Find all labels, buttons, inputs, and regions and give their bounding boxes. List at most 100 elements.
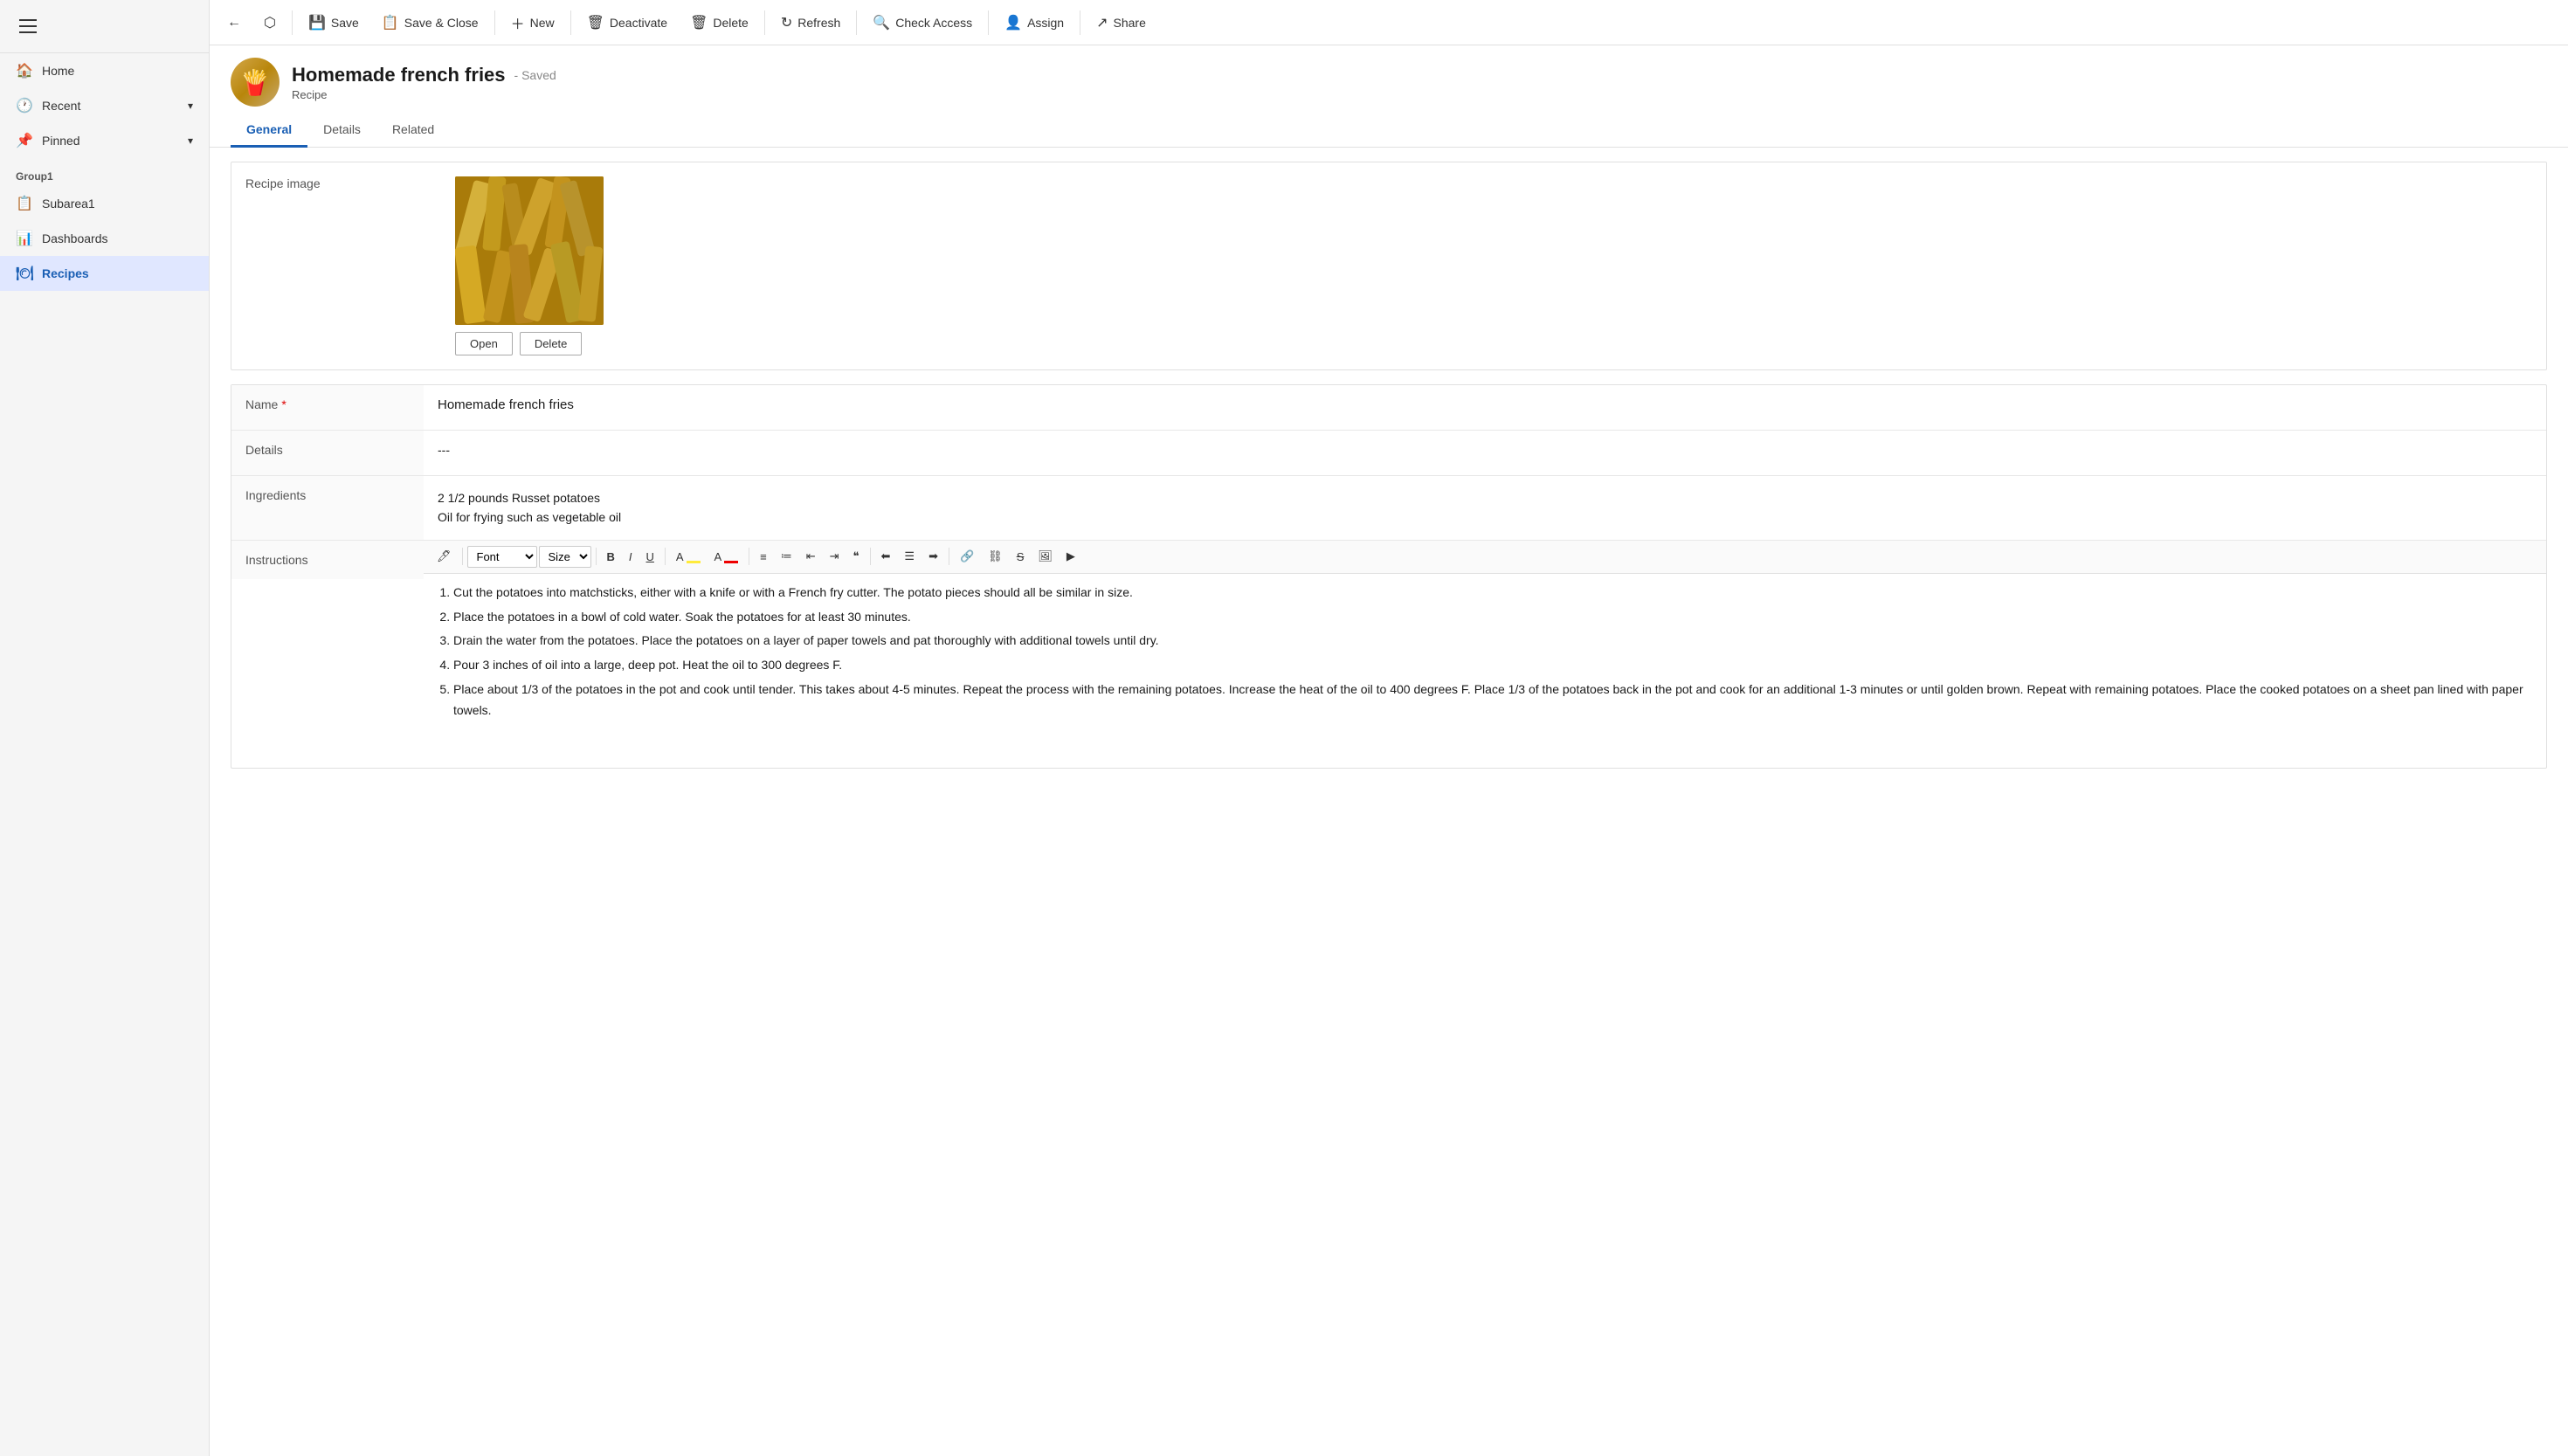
rich-text-toolbar: 🖊 Font Size B I U [424, 541, 2546, 574]
instruction-item-2: Place the potatoes in a bowl of cold wat… [453, 607, 2534, 628]
new-button[interactable]: ＋ New [500, 7, 565, 38]
insert-image-icon: 🖼 [1038, 549, 1053, 562]
open-image-button[interactable]: Open [455, 332, 513, 355]
numbered-list-button[interactable]: ≔ [775, 546, 798, 567]
sidebar-dashboards-label: Dashboards [42, 231, 108, 245]
strikethrough-button[interactable]: S [1011, 547, 1031, 567]
font-color-button[interactable]: A [708, 547, 745, 567]
unlink-icon: ⛓ [988, 549, 1003, 562]
name-value: Homemade french fries [424, 385, 2546, 430]
unlink-button[interactable]: ⛓ [982, 546, 1009, 567]
delete-button[interactable]: 🗑 Delete [680, 9, 759, 37]
check-access-label: Check Access [895, 16, 972, 30]
bullet-list-button[interactable]: ≡ [754, 547, 773, 567]
toolbar-sep-1 [462, 548, 463, 565]
link-button[interactable]: 🔗 [954, 546, 980, 567]
subarea-icon: 📋 [16, 195, 33, 212]
tab-details[interactable]: Details [307, 114, 376, 148]
dashboards-icon: 📊 [16, 230, 33, 247]
insert-image-button[interactable]: 🖼 [1032, 546, 1059, 567]
clear-formatting-button[interactable]: 🖊 [431, 546, 458, 567]
instructions-header-row: Instructions 🖊 Font Size [231, 541, 2546, 734]
recipe-image [455, 176, 604, 325]
chevron-down-icon: ▾ [188, 135, 193, 147]
open-in-new-button[interactable]: ⬡ [253, 9, 286, 37]
deactivate-label: Deactivate [610, 16, 667, 30]
refresh-button[interactable]: ↻ Refresh [770, 9, 851, 37]
align-center-button[interactable]: ☰ [898, 546, 921, 567]
tabs: General Details Related [210, 114, 2568, 148]
align-left-button[interactable]: ⬅ [875, 546, 897, 567]
outdent-icon: ⇤ [806, 549, 816, 562]
toolbar-separator-2 [494, 10, 495, 35]
sidebar-item-dashboards[interactable]: 📊 Dashboards [0, 221, 209, 256]
link-icon: 🔗 [960, 549, 974, 562]
chevron-down-icon: ▾ [188, 100, 193, 112]
toolbar-sep-2 [596, 548, 597, 565]
sidebar-pinned-label: Pinned [42, 134, 80, 148]
sidebar-group-label: Group1 [0, 158, 209, 186]
save-close-button[interactable]: 📋 Save & Close [371, 9, 489, 37]
share-button[interactable]: ↗ Share [1086, 9, 1156, 37]
font-select[interactable]: Font [467, 546, 537, 568]
highlight-button[interactable]: A [670, 547, 707, 567]
bold-button[interactable]: B [601, 547, 621, 567]
toolbar-sep-3 [665, 548, 666, 565]
font-color-icon: A [714, 550, 721, 563]
sidebar-item-recent[interactable]: 🕐 Recent ▾ [0, 88, 209, 123]
instructions-label: Instructions [231, 541, 424, 579]
align-right-icon: ➡ [928, 549, 938, 562]
image-block: Open Delete [455, 176, 604, 355]
sidebar-subarea1-label: Subarea1 [42, 197, 95, 210]
sidebar-item-home[interactable]: 🏠 Home [0, 53, 209, 88]
sidebar-item-subarea1[interactable]: 📋 Subarea1 [0, 186, 209, 221]
main-content: ← ⬡ 💾 Save 📋 Save & Close ＋ New 🗑 Deacti… [210, 0, 2568, 1456]
share-label: Share [1114, 16, 1146, 30]
blockquote-button[interactable]: ❝ [847, 546, 866, 567]
recipes-icon: 🍽 [16, 265, 33, 282]
tab-general[interactable]: General [231, 114, 307, 148]
details-value: --- [424, 431, 2546, 475]
image-buttons: Open Delete [455, 332, 604, 355]
record-name: Homemade french fries [292, 64, 506, 86]
assign-button[interactable]: 👤 Assign [994, 9, 1074, 37]
size-select[interactable]: Size [539, 546, 591, 568]
ingredients-line-2: Oil for frying such as vegetable oil [438, 507, 621, 527]
hamburger-button[interactable] [14, 12, 42, 40]
record-saved-status: - Saved [514, 68, 556, 82]
blockquote-icon: ❝ [853, 549, 859, 562]
underline-button[interactable]: U [640, 547, 660, 567]
new-label: New [530, 16, 555, 30]
record-title: Homemade french fries - Saved [292, 64, 556, 86]
indent-button[interactable]: ⇥ [824, 546, 846, 567]
more-options-button[interactable]: ▶ [1060, 546, 1081, 567]
strikethrough-icon: S [1017, 550, 1025, 563]
new-icon: ＋ [511, 12, 525, 33]
outdent-button[interactable]: ⇤ [800, 546, 822, 567]
tab-related[interactable]: Related [376, 114, 450, 148]
deactivate-button[interactable]: 🗑 Deactivate [576, 9, 678, 37]
align-right-button[interactable]: ➡ [922, 546, 944, 567]
sidebar-item-pinned[interactable]: 📌 Pinned ▾ [0, 123, 209, 158]
home-icon: 🏠 [16, 62, 33, 79]
italic-button[interactable]: I [623, 547, 639, 567]
assign-label: Assign [1027, 16, 1064, 30]
delete-icon: 🗑 [690, 14, 708, 31]
sidebar-item-recipes[interactable]: 🍽 Recipes [0, 256, 209, 291]
fry-art [455, 176, 604, 325]
toolbar-separator-6 [988, 10, 989, 35]
instructions-editor: 🖊 Font Size B I U [424, 541, 2546, 734]
delete-image-button[interactable]: Delete [520, 332, 583, 355]
check-access-button[interactable]: 🔍 Check Access [862, 9, 983, 37]
align-center-icon: ☰ [904, 549, 915, 562]
save-button[interactable]: 💾 Save [298, 9, 369, 37]
image-label: Recipe image [245, 176, 438, 190]
align-left-icon: ⬅ [881, 549, 891, 562]
back-icon: ← [227, 15, 241, 31]
name-label: Name * [231, 385, 424, 430]
name-text: Homemade french fries [438, 397, 574, 412]
fry-svg [455, 176, 604, 325]
instructions-content[interactable]: Cut the potatoes into matchsticks, eithe… [424, 574, 2546, 734]
record-title-block: Homemade french fries - Saved Recipe [292, 64, 556, 101]
back-button[interactable]: ← [217, 10, 252, 36]
